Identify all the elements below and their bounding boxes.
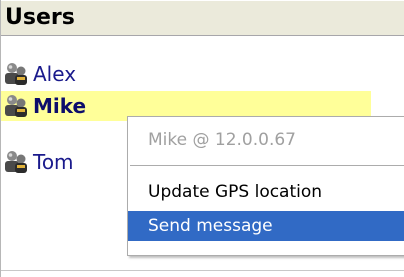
user-context-menu: Mike @ 12.0.0.67 Update GPS location Sen… [127, 116, 404, 256]
menu-separator [130, 165, 404, 166]
menu-item-send-message[interactable]: Send message [128, 211, 404, 241]
menu-item-update-gps[interactable]: Update GPS location [128, 177, 404, 207]
panel-bottom-border [1, 270, 404, 271]
users-panel: Users Alex Mike Tom Mike @ 12.0.0.67 Upd… [0, 0, 404, 277]
users-header: Users [1, 0, 404, 36]
menu-item-label: Mike @ 12.0.0.67 [148, 130, 297, 150]
users-icon [5, 151, 27, 173]
menu-item-label: Send message [148, 216, 273, 236]
users-header-title: Users [5, 5, 75, 30]
user-name: Alex [33, 62, 77, 86]
menu-item-label: Update GPS location [148, 182, 323, 202]
users-icon [5, 95, 27, 117]
menu-item-user-address: Mike @ 12.0.0.67 [128, 125, 404, 155]
user-row-tom[interactable]: Tom [1, 147, 121, 177]
user-row-alex[interactable]: Alex [1, 59, 201, 89]
users-icon [5, 63, 27, 85]
user-name: Tom [33, 150, 74, 174]
user-name: Mike [33, 94, 87, 118]
